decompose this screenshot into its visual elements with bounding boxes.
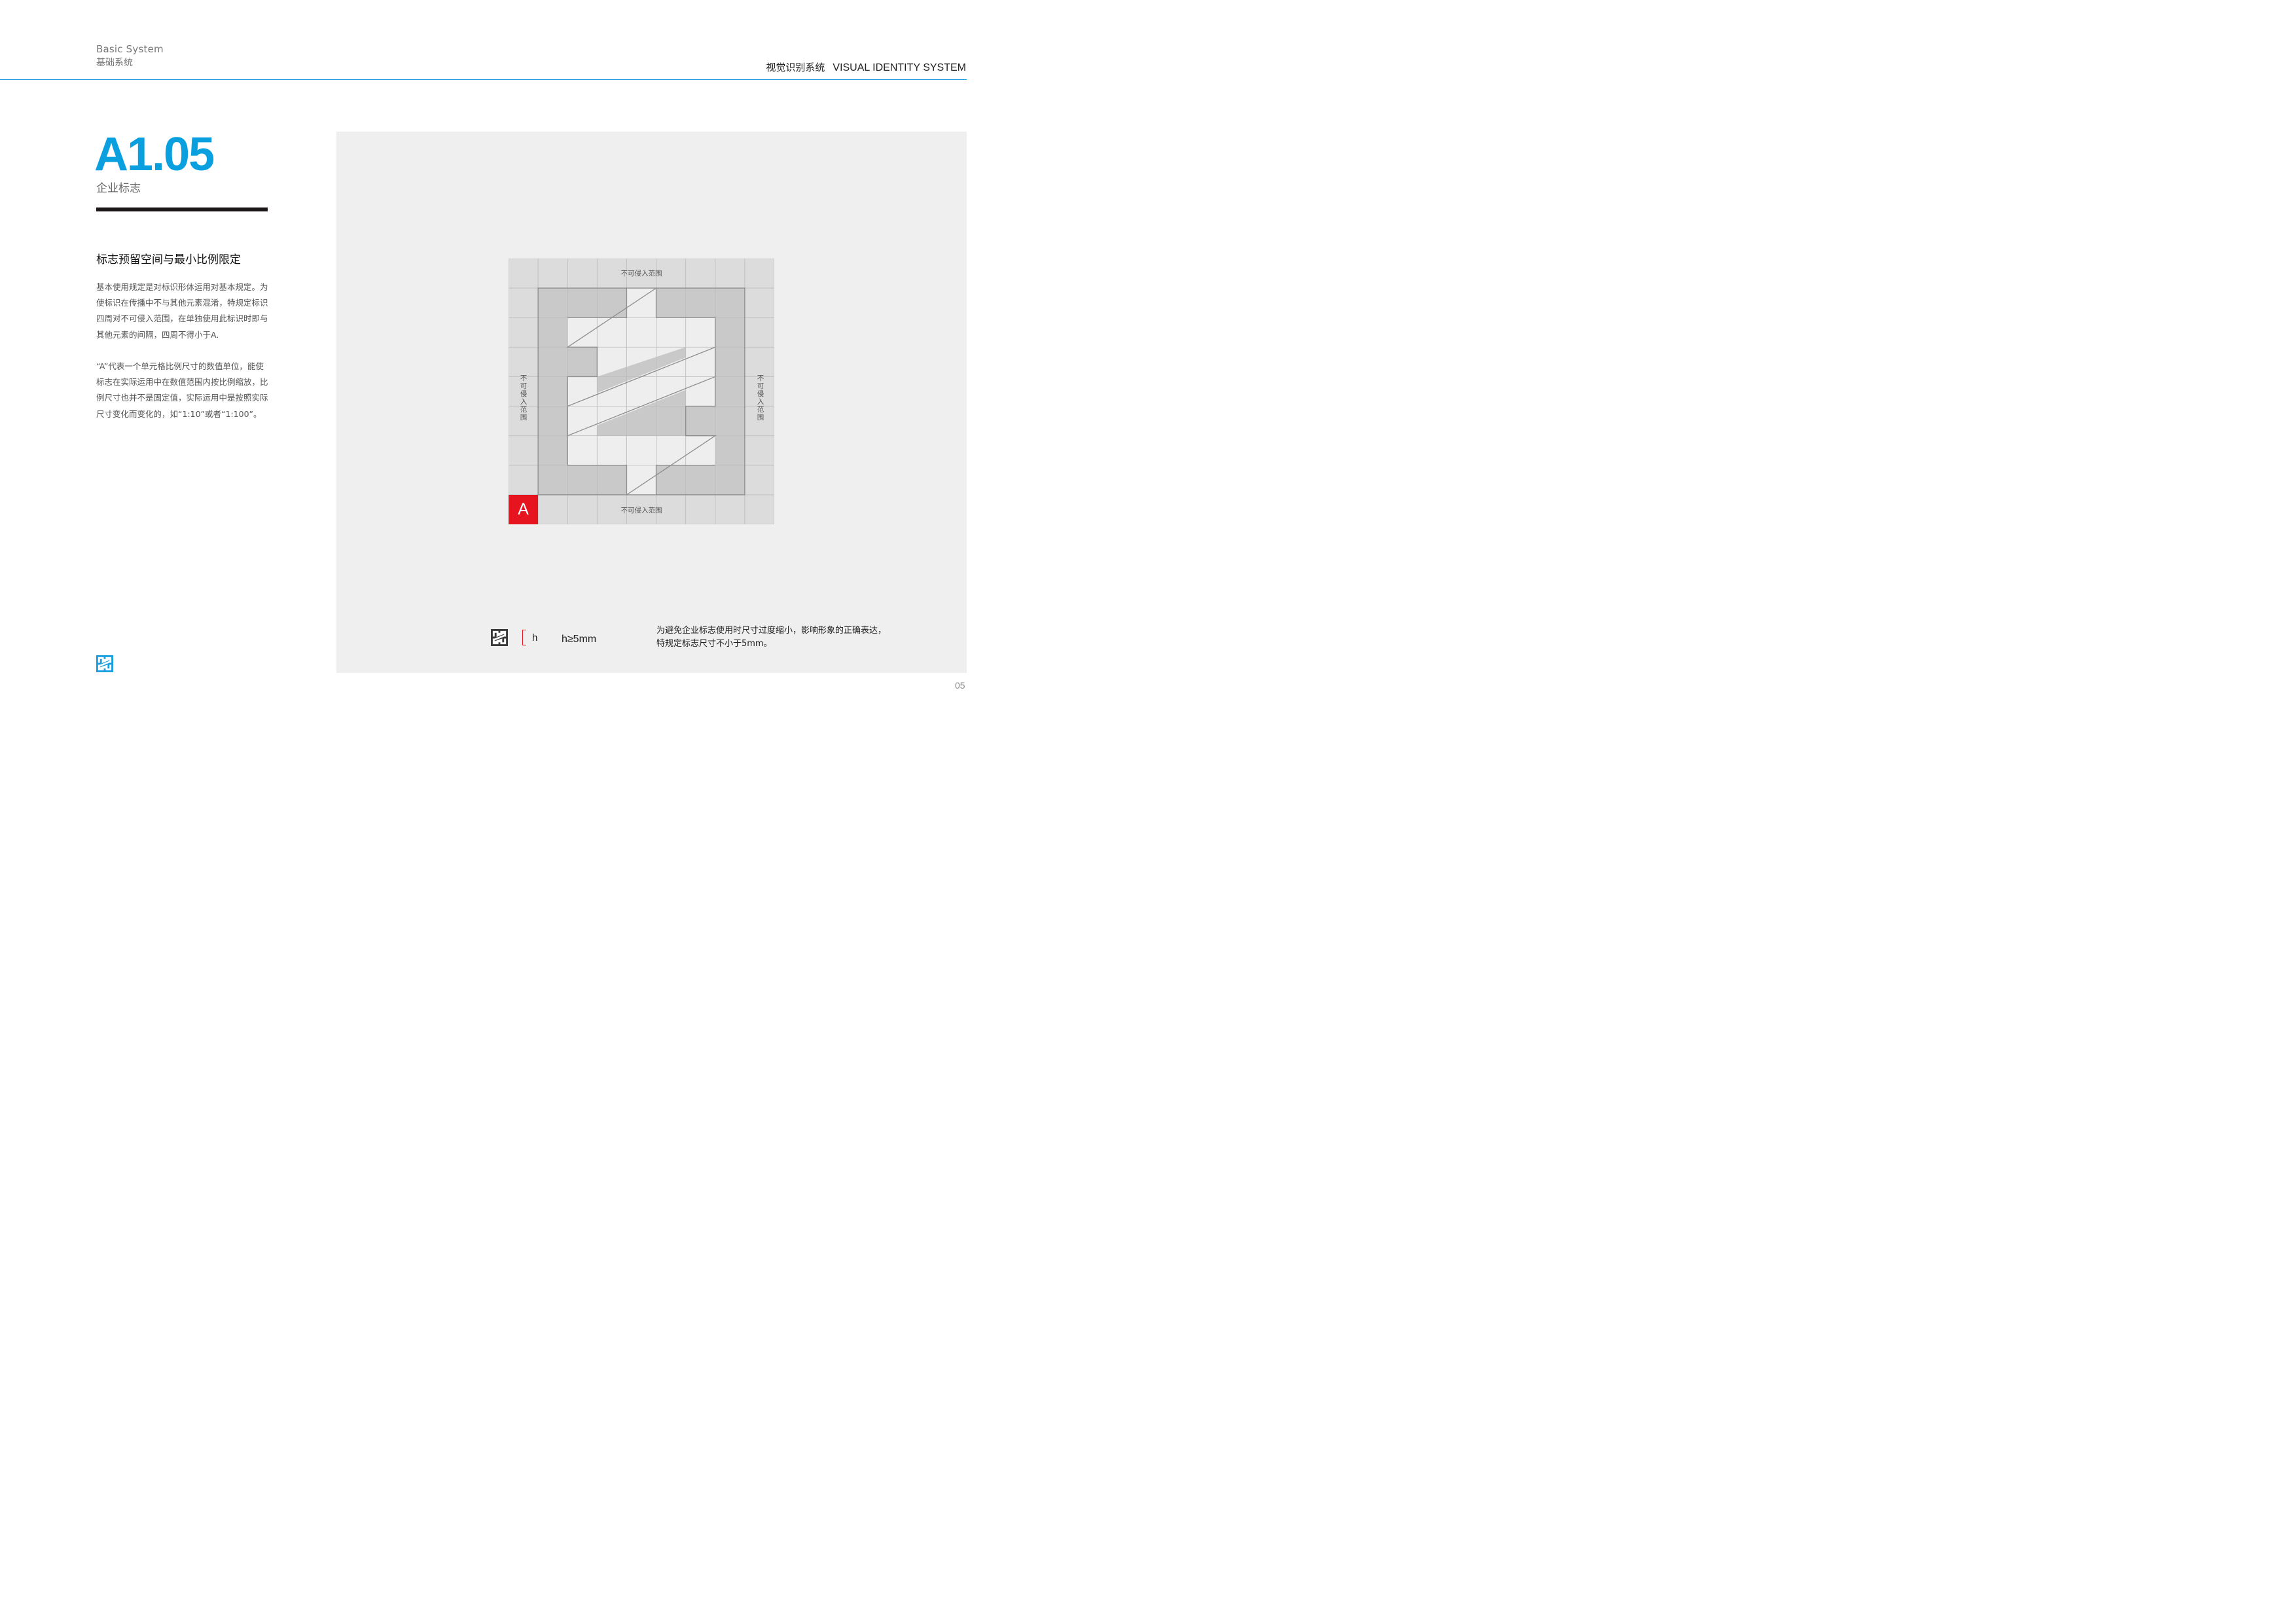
- height-bracket: [522, 630, 526, 645]
- section-underline: [96, 208, 268, 211]
- section-name: 企业标志: [96, 182, 141, 195]
- brand-logo-icon: [96, 655, 113, 672]
- content-title: 标志预留空间与最小比例限定: [96, 253, 241, 266]
- unit-a-marker: A: [509, 495, 538, 524]
- system-title-en: VISUAL IDENTITY SYSTEM: [833, 62, 966, 73]
- system-title-cn: 视觉识别系统: [766, 62, 825, 73]
- paragraph-unit-definition: “A”代表一个单元格比例尺寸的数值单位，能使标志在实际运用中在数值范围内按比例缩…: [96, 361, 268, 419]
- min-size-rule: h≥5mm: [562, 634, 597, 645]
- clear-space-grid: [509, 259, 774, 524]
- height-label: h: [532, 632, 538, 643]
- page-number: 05: [955, 680, 965, 691]
- zone-label-bottom: 不可侵入范围: [620, 507, 662, 514]
- min-size-note-line2: 特规定标志尺寸不小于5mm。: [656, 639, 772, 649]
- header-system-title: 视觉识别系统 VISUAL IDENTITY SYSTEM: [766, 60, 966, 74]
- zone-label-right: 不可侵入范围: [757, 374, 764, 422]
- min-size-note-line1: 为避免企业标志使用时尺寸过度缩小，影响形象的正确表达，: [656, 626, 887, 636]
- logo-mark: [567, 288, 715, 495]
- header-section-cn: 基础系统: [96, 58, 133, 68]
- zone-label-top: 不可侵入范围: [620, 270, 662, 278]
- paragraph-usage-rule: 基本使用规定是对标识形体运用对基本规定。为使标识在传播中不与其他元素混淆，特规定…: [96, 282, 268, 340]
- header-section-en: Basic System: [96, 43, 164, 55]
- zone-label-left: 不可侵入范围: [520, 374, 528, 422]
- header-divider: [0, 79, 967, 80]
- mini-logo-icon: [491, 629, 508, 646]
- section-code: A1.05: [94, 128, 215, 181]
